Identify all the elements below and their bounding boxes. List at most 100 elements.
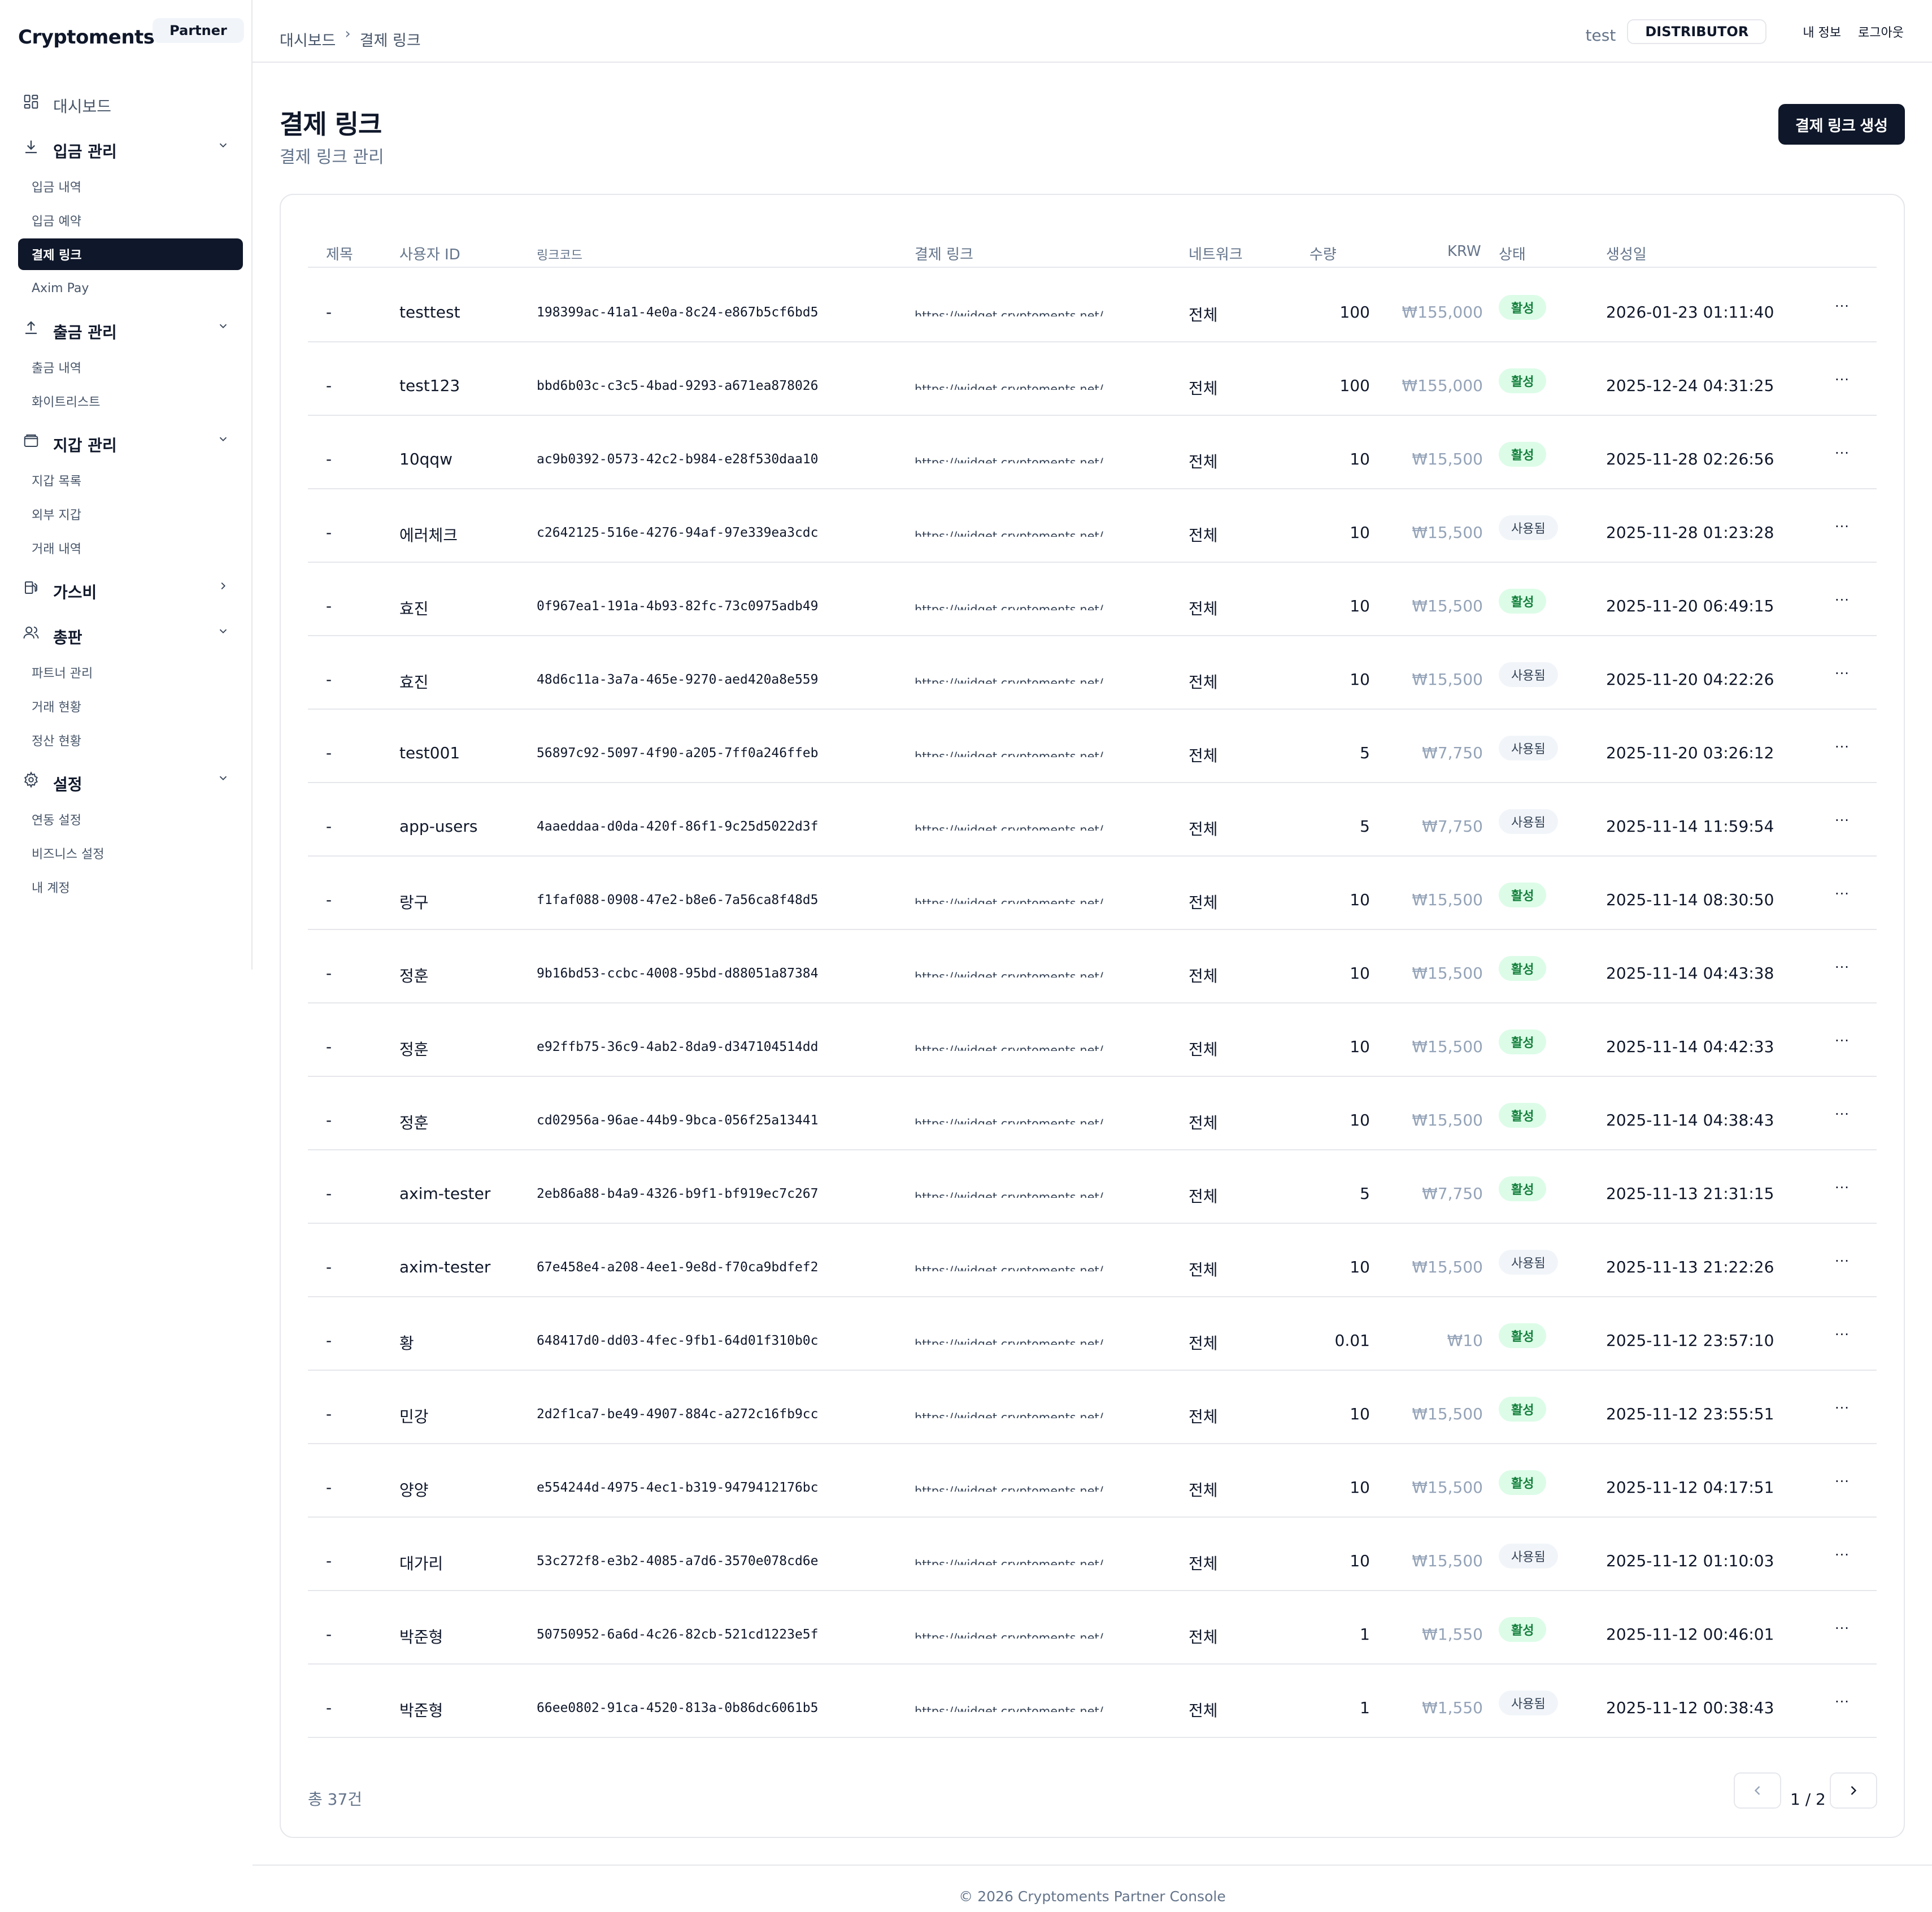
sidebar-group-wallet[interactable]: 지갑 관리 [18,418,243,463]
more-options-button[interactable]: ··· [1835,519,1850,535]
page-subtitle: 결제 링크 관리 [280,147,384,167]
table-row[interactable]: - 랑구 f1faf088-0908-47e2-b8e6-7a56ca8f48d5 h… [308,857,1877,930]
table-row[interactable]: - 박준형 66ee0802-91ca-4520-813a-0b86dc6061b5… [308,1665,1877,1738]
table-row[interactable]: - axim-tester 2eb86a88-b4a9-4326-b9f1-bf91… [308,1150,1877,1224]
cell-title: - [326,1037,332,1056]
cell-payment-link[interactable]: https://widget.cryptoments.net/ [915,749,1119,757]
table-row[interactable]: - test123 bbd6b03c-c3c5-4bad-9293-a671ea87… [308,342,1877,416]
table-row[interactable]: - 대가리 53c272f8-e3b2-4085-a7d6-3570e078cd6e… [308,1518,1877,1591]
more-options-button[interactable]: ··· [1835,886,1850,902]
my-info-link[interactable]: 내 정보 [1803,23,1841,41]
sidebar-item-trade-status[interactable]: 거래 현황 [18,689,243,723]
cell-payment-link[interactable]: https://widget.cryptoments.net/ [915,308,1119,316]
cell-created-at: 2026-01-23 01:11:40 [1606,303,1774,321]
more-options-button[interactable]: ··· [1835,739,1850,755]
create-payment-link-button[interactable]: 결제 링크 생성 [1778,104,1905,145]
cell-network: 전체 [1189,673,1218,692]
more-options-button[interactable]: ··· [1835,1253,1850,1269]
breadcrumb-dashboard[interactable]: 대시보드 [280,28,336,50]
cell-payment-link[interactable]: https://widget.cryptoments.net/ [915,1410,1119,1418]
table-row[interactable]: - 민강 2d2f1ca7-be49-4907-884c-a272c16fb9cc h… [308,1371,1877,1444]
status-badge: 활성 [1499,1323,1547,1348]
more-options-button[interactable]: ··· [1835,1694,1850,1710]
sidebar-item-deposit-history[interactable]: 입금 내역 [18,170,243,203]
more-options-button[interactable]: ··· [1835,1106,1850,1122]
cell-created-at: 2025-11-28 01:23:28 [1606,523,1774,542]
more-options-button[interactable]: ··· [1835,1474,1850,1489]
more-options-button[interactable]: ··· [1835,372,1850,388]
sidebar-item-external-wallet[interactable]: 외부 지갑 [18,497,243,531]
table-row[interactable]: - testtest 198399ac-41a1-4e0a-8c24-e867b5c… [308,269,1877,342]
sidebar-item-axim-pay[interactable]: Axim Pay [18,271,243,305]
more-options-button[interactable]: ··· [1835,592,1850,608]
sidebar-item-dashboard[interactable]: 대시보드 [18,79,243,124]
sidebar-item-settlement[interactable]: 정산 현황 [18,723,243,757]
more-options-button[interactable]: ··· [1835,298,1850,314]
sidebar-group-withdrawal[interactable]: 출금 관리 [18,305,243,350]
sidebar-item-my-account[interactable]: 내 계정 [18,870,243,904]
sidebar-group-gas[interactable]: 가스비 [18,565,243,610]
table-row[interactable]: - 에러체크 c2642125-516e-4276-94af-97e339ea3cd… [308,489,1877,563]
cell-payment-link[interactable]: https://widget.cryptoments.net/ [915,1263,1119,1271]
table-row[interactable]: - 정훈 9b16bd53-ccbc-4008-95bd-d88051a87384 h… [308,930,1877,1003]
logout-link[interactable]: 로그아웃 [1858,23,1904,41]
table-row[interactable]: - 정훈 cd02956a-96ae-44b9-9bca-056f25a13441 h… [308,1077,1877,1150]
cell-payment-link[interactable]: https://widget.cryptoments.net/ [915,1337,1119,1345]
cell-payment-link[interactable]: https://widget.cryptoments.net/ [915,1631,1119,1639]
gas-pump-icon [23,579,40,596]
cell-payment-link[interactable]: https://widget.cryptoments.net/ [915,455,1119,463]
sidebar-group-deposit[interactable]: 입금 관리 [18,124,243,170]
sidebar-item-partner-management[interactable]: 파트너 관리 [18,655,243,689]
more-options-button[interactable]: ··· [1835,445,1850,461]
previous-page-button[interactable] [1734,1772,1781,1809]
more-options-button[interactable]: ··· [1835,1620,1850,1636]
more-options-button[interactable]: ··· [1835,1033,1850,1049]
table-row[interactable]: - 황 648417d0-dd03-4fec-9fb1-64d01f310b0c ht… [308,1297,1877,1371]
cell-payment-link[interactable]: https://widget.cryptoments.net/ [915,1190,1119,1198]
sidebar-item-business-settings[interactable]: 비즈니스 설정 [18,836,243,870]
table-row[interactable]: - 양양 e554244d-4975-4ec1-b319-9479412176bc h… [308,1444,1877,1518]
table-row[interactable]: - 정훈 e92ffb75-36c9-4ab2-8da9-d347104514dd h… [308,1003,1877,1077]
brand-name: Cryptoments [18,26,155,49]
sidebar-item-wallet-list[interactable]: 지갑 목록 [18,463,243,497]
more-options-button[interactable]: ··· [1835,1400,1850,1416]
cell-payment-link[interactable]: https://widget.cryptoments.net/ [915,382,1119,390]
cell-payment-link[interactable]: https://widget.cryptoments.net/ [915,1557,1119,1565]
table-row[interactable]: - test001 56897c92-5097-4f90-a205-7ff0a246… [308,710,1877,783]
cell-payment-link[interactable]: https://widget.cryptoments.net/ [915,896,1119,904]
sidebar-item-integration-settings[interactable]: 연동 설정 [18,802,243,836]
cell-payment-link[interactable]: https://widget.cryptoments.net/ [915,602,1119,610]
cell-payment-link[interactable]: https://widget.cryptoments.net/ [915,1704,1119,1712]
more-options-button[interactable]: ··· [1835,812,1850,828]
sidebar-group-settings[interactable]: 설정 [18,757,243,802]
table-row[interactable]: - 박준형 50750952-6a6d-4c26-82cb-521cd1223e5f… [308,1591,1877,1665]
cell-payment-link[interactable]: https://widget.cryptoments.net/ [915,1116,1119,1124]
sidebar-item-withdrawal-history[interactable]: 출금 내역 [18,350,243,384]
brand[interactable]: Cryptoments Partner [18,18,244,49]
cell-payment-link[interactable]: https://widget.cryptoments.net/ [915,1043,1119,1051]
more-options-button[interactable]: ··· [1835,1327,1850,1342]
more-options-button[interactable]: ··· [1835,1180,1850,1196]
cell-created-at: 2025-11-14 11:59:54 [1606,817,1774,836]
table-row[interactable]: - 효진 0f967ea1-191a-4b93-82fc-73c0975adb49 h… [308,563,1877,636]
next-page-button[interactable] [1830,1772,1877,1809]
cell-payment-link[interactable]: https://widget.cryptoments.net/ [915,529,1119,537]
more-options-button[interactable]: ··· [1835,959,1850,975]
table-row[interactable]: - app-users 4aaeddaa-d0da-420f-86f1-9c25d5… [308,783,1877,857]
table-row[interactable]: - 효진 48d6c11a-3a7a-465e-9270-aed420a8e559 h… [308,636,1877,710]
sidebar-item-transactions[interactable]: 거래 내역 [18,531,243,565]
more-options-button[interactable]: ··· [1835,666,1850,681]
cell-payment-link[interactable]: https://widget.cryptoments.net/ [915,676,1119,684]
sidebar-group-distributor[interactable]: 총판 [18,610,243,655]
sidebar-item-deposit-reservation[interactable]: 입금 예약 [18,203,243,237]
cell-quantity: 10 [1350,964,1370,983]
cell-payment-link[interactable]: https://widget.cryptoments.net/ [915,970,1119,977]
sidebar-item-payment-link[interactable]: 결제 링크 [18,238,243,270]
sidebar-item-whitelist[interactable]: 화이트리스트 [18,384,243,418]
cell-user-id: 양양 [399,1481,429,1500]
cell-payment-link[interactable]: https://widget.cryptoments.net/ [915,1484,1119,1492]
table-row[interactable]: - 10qqw ac9b0392-0573-42c2-b984-e28f530daa… [308,416,1877,489]
more-options-button[interactable]: ··· [1835,1547,1850,1563]
table-row[interactable]: - axim-tester 67e458e4-a208-4ee1-9e8d-f70c… [308,1224,1877,1297]
cell-payment-link[interactable]: https://widget.cryptoments.net/ [915,823,1119,831]
